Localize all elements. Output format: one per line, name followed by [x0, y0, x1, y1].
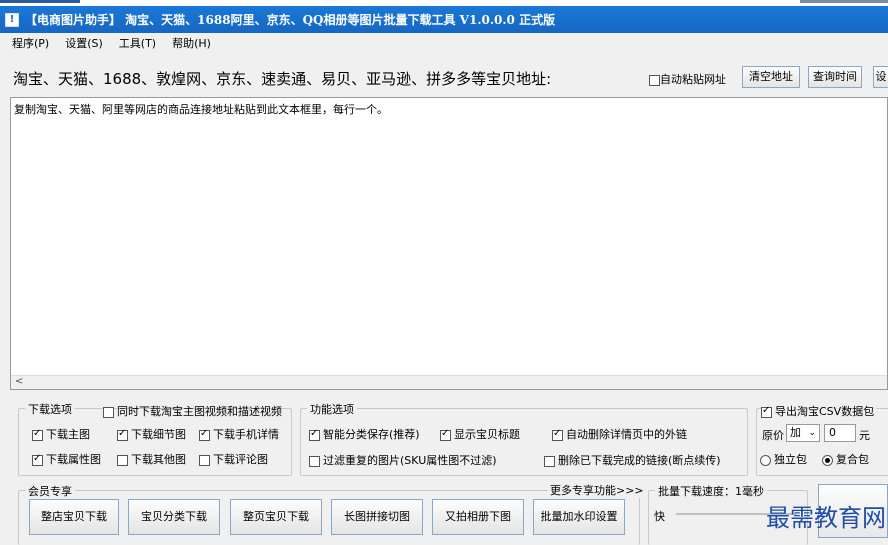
price-input[interactable]: 0 — [824, 424, 856, 442]
download-review-label: 下载评论图 — [213, 453, 268, 466]
window-title: 【电商图片助手】 淘宝、天猫、1688阿里、京东、QQ相册等图片批量下载工具 V… — [25, 13, 556, 27]
page-download-button[interactable]: 整页宝贝下载 — [230, 499, 322, 535]
delete-done-option[interactable]: 删除已下载完成的链接(断点续传) — [544, 452, 721, 468]
url-row: 淘宝、天猫、1688、敦煌网、京东、速卖通、易贝、亚马逊、拼多多等宝贝地址: 自… — [0, 58, 888, 98]
upyun-album-download-button[interactable]: 又拍相册下图 — [432, 499, 524, 535]
download-review-option[interactable]: 下载评论图 — [199, 451, 268, 467]
member-title: 会员专享 — [25, 483, 75, 499]
auto-paste-checkbox[interactable] — [649, 74, 660, 86]
whole-shop-download-button[interactable]: 整店宝贝下载 — [29, 499, 119, 535]
price-op-value: 加 — [790, 426, 801, 439]
speed-title: 批量下载速度：1毫秒 — [655, 483, 767, 499]
menu-settings[interactable]: 设置(S) — [65, 35, 103, 51]
composite-pack-label: 复合包 — [836, 453, 869, 466]
filter-duplicate-checkbox[interactable] — [309, 455, 320, 467]
menu-program[interactable]: 程序(P) — [12, 35, 49, 51]
menu-help[interactable]: 帮助(H) — [172, 35, 211, 51]
download-main-option[interactable]: 下载主图 — [32, 426, 90, 442]
export-csv-option[interactable]: 导出淘宝CSV数据包 — [761, 403, 877, 419]
download-detail-checkbox[interactable] — [117, 428, 128, 441]
speed-fast-label: 快 — [654, 510, 665, 523]
download-attr-label: 下载属性图 — [46, 453, 101, 466]
download-video-checkbox[interactable] — [103, 406, 114, 418]
auto-paste-option[interactable]: 自动粘贴网址 — [649, 71, 726, 87]
composite-pack-radio[interactable] — [822, 454, 833, 466]
category-download-button[interactable]: 宝贝分类下载 — [128, 499, 220, 535]
price-unit: 元 — [859, 429, 870, 442]
standalone-pack-label: 独立包 — [774, 453, 807, 466]
download-video-label: 同时下载淘宝主图视频和描述视频 — [117, 405, 282, 418]
watermark-text: 最需教育网 — [766, 504, 886, 532]
download-mobile-label: 下载手机详情 — [213, 428, 279, 441]
remove-links-label: 自动删除详情页中的外链 — [566, 428, 687, 441]
show-title-label: 显示宝贝标题 — [454, 428, 520, 441]
download-other-option[interactable]: 下载其他图 — [117, 451, 186, 467]
delete-done-checkbox[interactable] — [544, 455, 555, 467]
delete-done-label: 删除已下载完成的链接(断点续传) — [558, 454, 721, 467]
batch-watermark-button[interactable]: 批量加水印设置 — [533, 499, 625, 535]
export-csv-label: 导出淘宝CSV数据包 — [775, 405, 875, 418]
download-attr-option[interactable]: 下载属性图 — [32, 451, 101, 467]
composite-pack-option[interactable]: 复合包 — [822, 451, 869, 467]
url-textarea[interactable]: 复制淘宝、天猫、阿里等网店的商品连接地址粘贴到此文本框里，每行一个。 < — [10, 97, 888, 390]
long-image-stitch-button[interactable]: 长图拼接切图 — [331, 499, 423, 535]
remove-links-checkbox[interactable] — [552, 428, 563, 441]
smart-save-option[interactable]: 智能分类保存(推荐) — [309, 426, 420, 442]
download-mobile-checkbox[interactable] — [199, 428, 210, 441]
smart-save-label: 智能分类保存(推荐) — [323, 428, 420, 441]
function-options-title: 功能选项 — [307, 401, 357, 417]
download-other-checkbox[interactable] — [117, 454, 128, 466]
menu-tools[interactable]: 工具(T) — [119, 35, 156, 51]
download-main-label: 下载主图 — [46, 428, 90, 441]
smart-save-checkbox[interactable] — [309, 428, 320, 441]
auto-paste-label: 自动粘贴网址 — [660, 73, 726, 86]
download-detail-label: 下载细节图 — [131, 428, 186, 441]
more-features-link[interactable]: 更多专享功能>>> — [548, 482, 646, 498]
url-label: 淘宝、天猫、1688、敦煌网、京东、速卖通、易贝、亚马逊、拼多多等宝贝地址: — [13, 70, 552, 88]
standalone-pack-radio[interactable] — [760, 454, 771, 466]
standalone-pack-option[interactable]: 独立包 — [760, 451, 807, 467]
filter-duplicate-option[interactable]: 过滤重复的图片(SKU属性图不过滤) — [309, 452, 497, 468]
price-op-select[interactable]: 加 ⌄ — [786, 424, 820, 442]
query-time-button[interactable]: 查询时间 — [808, 66, 862, 88]
download-app-icon: ! — [5, 12, 19, 27]
title-bar[interactable]: ! 【电商图片助手】 淘宝、天猫、1688阿里、京东、QQ相册等图片批量下载工具… — [0, 6, 888, 33]
settings-button[interactable]: 设 — [873, 66, 888, 88]
clear-address-button[interactable]: 清空地址 — [742, 66, 800, 88]
download-mobile-option[interactable]: 下载手机详情 — [199, 426, 279, 442]
download-detail-option[interactable]: 下载细节图 — [117, 426, 186, 442]
chevron-down-icon: ⌄ — [808, 428, 816, 438]
show-title-checkbox[interactable] — [440, 428, 451, 441]
price-label: 原价 — [762, 429, 784, 442]
textarea-text: 复制淘宝、天猫、阿里等网店的商品连接地址粘贴到此文本框里，每行一个。 — [14, 103, 388, 116]
scroll-left-icon[interactable]: < — [15, 376, 23, 387]
horizontal-scrollbar[interactable]: < — [11, 375, 887, 389]
filter-duplicate-label: 过滤重复的图片(SKU属性图不过滤) — [323, 454, 497, 467]
menu-bar: 程序(P) 设置(S) 工具(T) 帮助(H) — [0, 33, 888, 53]
download-attr-checkbox[interactable] — [32, 453, 43, 466]
download-options-title: 下载选项 — [25, 401, 75, 417]
download-other-label: 下载其他图 — [131, 453, 186, 466]
export-csv-checkbox[interactable] — [761, 405, 772, 418]
remove-links-option[interactable]: 自动删除详情页中的外链 — [552, 426, 687, 442]
download-video-option[interactable]: 同时下载淘宝主图视频和描述视频 — [103, 403, 282, 419]
show-title-option[interactable]: 显示宝贝标题 — [440, 426, 520, 442]
download-review-checkbox[interactable] — [199, 454, 210, 466]
download-main-checkbox[interactable] — [32, 428, 43, 441]
